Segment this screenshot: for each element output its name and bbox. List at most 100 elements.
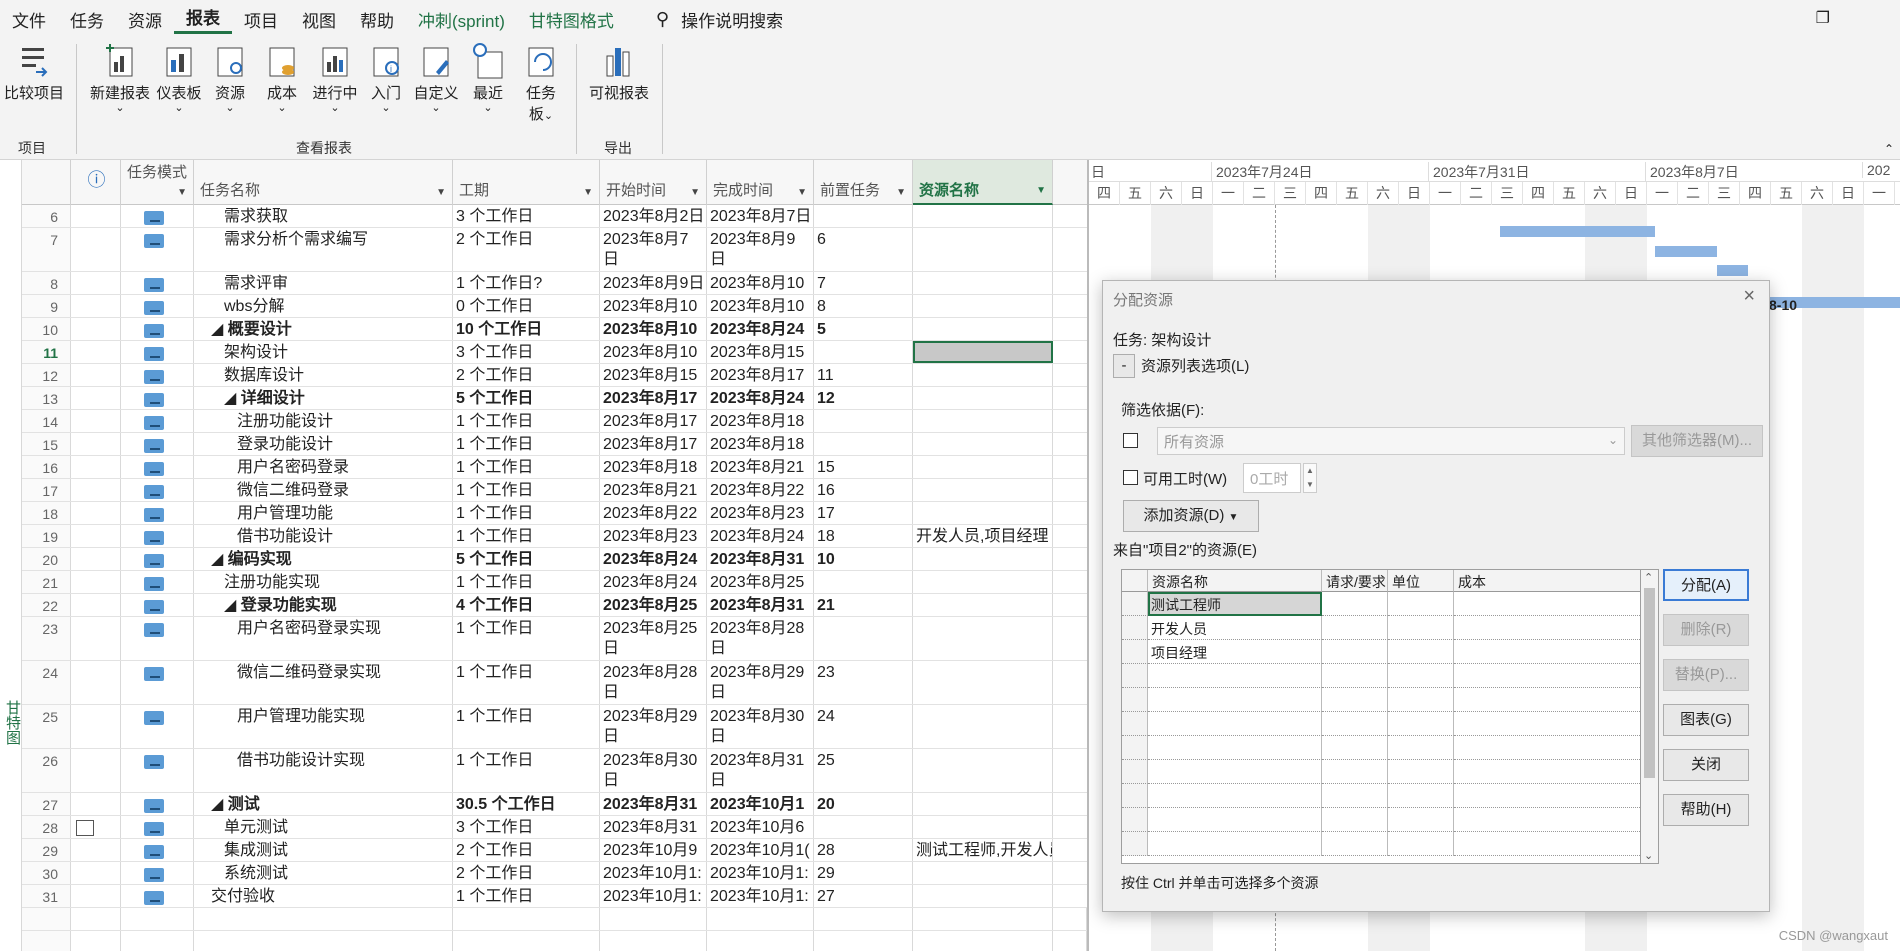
task-name-cell[interactable]: 单元测试 [194,816,453,838]
resource-names-cell[interactable] [913,272,1053,294]
indicator-cell[interactable] [71,341,121,363]
row-header-cell[interactable] [1122,688,1148,712]
predecessors-cell[interactable] [814,816,913,838]
indicator-cell[interactable] [71,387,121,409]
start-cell[interactable]: 2023年8月30日 [600,749,707,792]
resource-grid-cell[interactable] [1454,784,1640,808]
table-row[interactable]: 25 用户管理功能实现 1 个工作日 2023年8月29日 2023年8月30日 24 [22,705,1087,749]
predecessors-cell[interactable]: 12 [814,387,913,409]
menu-sprint[interactable]: 冲刺(sprint) [406,7,517,32]
task-mode-cell[interactable] [121,617,194,660]
task-name-cell[interactable]: wbs分解 [194,295,453,317]
indicator-cell[interactable] [71,617,121,660]
task-name-cell[interactable]: 用户名密码登录实现 [194,617,453,660]
row-header-cell[interactable] [1122,808,1148,832]
table-row[interactable]: 12 数据库设计 2 个工作日 2023年8月15 2023年8月17 11 [22,364,1087,387]
task-name-cell[interactable]: ◢ 概要设计 [194,318,453,340]
filter-checkbox[interactable] [1123,433,1138,448]
predecessors-cell[interactable] [814,617,913,660]
task-name-cell[interactable]: 用户名密码登录 [194,456,453,478]
col-cost[interactable]: 成本 [1454,570,1640,592]
task-mode-cell[interactable] [121,205,194,227]
resource-grid-cell[interactable] [1454,616,1640,640]
task-name-cell[interactable]: 数据库设计 [194,364,453,386]
menu-report[interactable]: 报表 [174,4,232,34]
finish-cell[interactable]: 2023年8月10 [707,272,814,294]
resource-names-cell[interactable] [913,617,1053,660]
task-mode-cell[interactable] [121,272,194,294]
indicator-cell[interactable] [71,705,121,748]
menu-help[interactable]: 帮助 [348,7,406,32]
task-name-cell[interactable]: 注册功能实现 [194,571,453,593]
resource-name-cell[interactable] [1148,760,1322,784]
predecessors-cell[interactable]: 8 [814,295,913,317]
row-number[interactable]: 29 [22,839,71,861]
filter-select[interactable]: 所有资源 ⌄ [1157,427,1625,455]
duration-cell[interactable]: 30.5 个工作日 [453,793,600,815]
resource-names-cell[interactable] [913,433,1053,455]
task-mode-cell[interactable] [121,862,194,884]
task-name-cell[interactable]: 借书功能设计 [194,525,453,547]
task-name-cell[interactable]: 系统测试 [194,862,453,884]
table-row[interactable]: 20 ◢ 编码实现 5 个工作日 2023年8月24 2023年8月31 10 [22,548,1087,571]
new-report-button[interactable]: 新建报表 ⌄ [88,42,152,114]
finish-cell[interactable]: 2023年8月24 [707,387,814,409]
indicator-cell[interactable] [71,433,121,455]
predecessors-cell[interactable]: 29 [814,862,913,884]
table-row[interactable]: 28 单元测试 3 个工作日 2023年8月31 2023年10月6 [22,816,1087,839]
duration-cell[interactable]: 5 个工作日 [453,548,600,570]
start-cell[interactable]: 2023年10月1: [600,885,707,907]
predecessors-cell[interactable]: 20 [814,793,913,815]
dropdown-arrow-icon[interactable]: ▼ [436,184,446,201]
resource-grid-cell[interactable] [1454,736,1640,760]
table-row[interactable]: 15 登录功能设计 1 个工作日 2023年8月17 2023年8月18 [22,433,1087,456]
task-name-cell[interactable]: 架构设计 [194,341,453,363]
task-mode-cell[interactable] [121,749,194,792]
restore-window-icon[interactable]: ❐ [1816,8,1830,28]
task-mode-cell[interactable] [121,525,194,547]
table-row[interactable]: 29 集成测试 2 个工作日 2023年10月9 2023年10月1(28 测试工程师,开… [22,839,1087,862]
row-number[interactable]: 7 [22,228,71,271]
dropdown-arrow-icon[interactable]: ▼ [583,184,593,201]
row-number[interactable]: 12 [22,364,71,386]
start-cell[interactable]: 2023年8月17 [600,387,707,409]
row-header-cell[interactable] [1122,784,1148,808]
indicator-cell[interactable] [71,479,121,501]
task-mode-cell[interactable] [121,571,194,593]
row-number[interactable]: 31 [22,885,71,907]
table-row[interactable]: 8 需求评审 1 个工作日? 2023年8月9日 2023年8月10 7 [22,272,1087,295]
compare-projects-button[interactable]: 比较项目 [4,42,64,103]
duration-cell[interactable]: 1 个工作日 [453,885,600,907]
resource-grid-cell[interactable] [1388,592,1454,616]
start-cell[interactable]: 2023年8月24 [600,571,707,593]
duration-cell[interactable]: 1 个工作日 [453,479,600,501]
finish-cell[interactable]: 2023年8月28日 [707,617,814,660]
start-cell[interactable]: 2023年8月22 [600,502,707,524]
row-header-cell[interactable] [1122,712,1148,736]
start-cell[interactable]: 2023年8月15 [600,364,707,386]
table-row[interactable]: 19 借书功能设计 1 个工作日 2023年8月23 2023年8月24 18 开发人员,项… [22,525,1087,548]
resource-names-cell[interactable] [913,410,1053,432]
start-cell[interactable]: 2023年8月9日 [600,272,707,294]
row-header-cell[interactable] [1122,592,1148,616]
finish-cell[interactable]: 2023年10月1 [707,793,814,815]
start-cell[interactable]: 2023年8月29日 [600,705,707,748]
row-number[interactable]: 16 [22,456,71,478]
row-number[interactable]: 27 [22,793,71,815]
task-mode-cell[interactable] [121,433,194,455]
close-icon[interactable]: × [1743,285,1755,308]
duration-cell[interactable]: 1 个工作日 [453,705,600,748]
task-name-cell[interactable]: 微信二维码登录实现 [194,661,453,704]
resource-names-cell[interactable] [913,705,1053,748]
resource-grid-cell[interactable] [1322,784,1388,808]
cost-report-button[interactable]: 成本 ⌄ [258,42,306,114]
indicator-cell[interactable] [71,318,121,340]
resource-names-cell[interactable] [913,364,1053,386]
predecessors-cell[interactable] [814,571,913,593]
indicator-cell[interactable] [71,410,121,432]
start-cell[interactable]: 2023年8月25日 [600,617,707,660]
finish-cell[interactable]: 2023年8月21 [707,456,814,478]
finish-cell[interactable]: 2023年10月1( [707,839,814,861]
finish-cell[interactable]: 2023年8月9日 [707,228,814,271]
collapse-ribbon-icon[interactable]: ⌃ [1884,142,1894,156]
